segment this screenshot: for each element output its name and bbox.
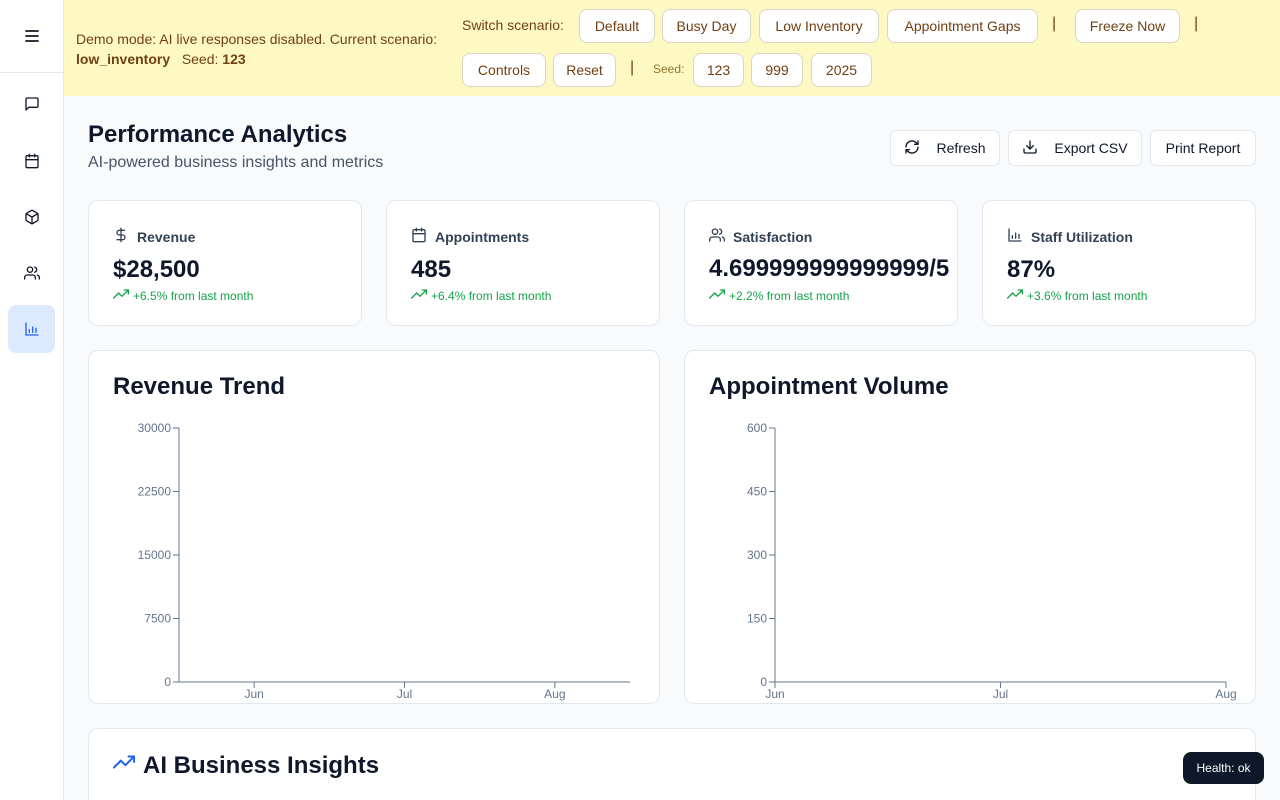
metric-header: Appointments bbox=[411, 227, 529, 246]
metric-change: +6.4% from last month bbox=[411, 286, 551, 305]
y-tick-label: 300 bbox=[747, 548, 767, 562]
metric-card-revenue: Revenue $28,500 +6.5% from last month bbox=[88, 200, 362, 326]
current-scenario: low_inventory bbox=[76, 51, 171, 67]
export-csv-label: Export CSV bbox=[1054, 140, 1128, 156]
print-report-button[interactable]: Print Report bbox=[1150, 130, 1256, 166]
trending-up-icon bbox=[112, 751, 136, 780]
metric-change-text: +3.6% from last month bbox=[1027, 288, 1148, 303]
y-tick-label: 150 bbox=[747, 612, 767, 626]
refresh-icon bbox=[904, 139, 920, 158]
metric-header: Revenue bbox=[113, 227, 195, 246]
y-tick-label: 30000 bbox=[138, 421, 172, 435]
scenario-busy-day-button[interactable]: Busy Day bbox=[662, 9, 751, 43]
metric-change: +3.6% from last month bbox=[1007, 286, 1147, 305]
seed-123-button[interactable]: 123 bbox=[693, 53, 744, 87]
freeze-now-button[interactable]: Freeze Now bbox=[1075, 9, 1180, 43]
demo-banner: Demo mode: AI live responses disabled. C… bbox=[64, 0, 1280, 96]
metric-label: Revenue bbox=[137, 228, 196, 245]
banner-separator: | bbox=[1194, 15, 1199, 32]
metric-card-appointments: Appointments 485 +6.4% from last month bbox=[386, 200, 660, 326]
x-tick-label: Jun bbox=[765, 687, 784, 701]
trending-up-icon bbox=[1007, 286, 1023, 305]
trending-up-icon bbox=[113, 286, 129, 305]
demo-mode-text: Demo mode: AI live responses disabled. C… bbox=[76, 31, 438, 47]
reset-button[interactable]: Reset bbox=[553, 53, 616, 87]
page-title: Performance Analytics bbox=[88, 121, 348, 148]
message-square-icon bbox=[24, 96, 40, 112]
seed-value: 123 bbox=[222, 51, 246, 67]
refresh-label: Refresh bbox=[936, 140, 986, 156]
seed-999-button[interactable]: 999 bbox=[751, 53, 803, 87]
seed-2025-button[interactable]: 2025 bbox=[811, 53, 872, 87]
revenue-trend-chart: 0 7500 15000 22500 30000 Jun Jul Aug bbox=[138, 421, 630, 701]
users-icon bbox=[23, 265, 40, 281]
metric-change-text: +6.4% from last month bbox=[431, 288, 552, 303]
export-csv-button[interactable]: Export CSV bbox=[1008, 130, 1142, 166]
bar-chart-icon bbox=[1007, 227, 1023, 246]
page-subtitle: AI-powered business insights and metrics bbox=[88, 154, 384, 171]
metric-card-staff-utilization: Staff Utilization 87% +3.6% from last mo… bbox=[982, 200, 1256, 326]
metric-change: +6.5% from last month bbox=[113, 286, 253, 305]
x-tick-label: Aug bbox=[1215, 687, 1236, 701]
metric-value: $28,500 bbox=[113, 256, 200, 283]
metric-header: Satisfaction bbox=[709, 227, 812, 246]
metric-value-satisfaction: 4.699999999999999/5 bbox=[709, 255, 950, 282]
calendar-icon bbox=[24, 153, 40, 169]
metric-label: Staff Utilization bbox=[1031, 228, 1133, 245]
insights-title: AI Business Insights bbox=[143, 751, 380, 779]
appointment-volume-chart: 0150300450600Jun Jul Aug bbox=[747, 421, 1237, 701]
y-tick-label: 22500 bbox=[138, 485, 172, 499]
health-status-badge: Health: ok bbox=[1183, 752, 1264, 784]
sidebar-item-staff[interactable] bbox=[8, 249, 55, 297]
package-icon bbox=[24, 209, 40, 225]
x-tick-label: Jul bbox=[993, 687, 1008, 701]
controls-button[interactable]: Controls bbox=[462, 53, 546, 87]
users-icon bbox=[709, 227, 725, 246]
trending-up-icon bbox=[709, 286, 725, 305]
sidebar-item-inventory[interactable] bbox=[8, 193, 55, 241]
y-tick-label: 15000 bbox=[138, 548, 172, 562]
sidebar-item-analytics[interactable] bbox=[8, 305, 55, 353]
y-tick-label: 450 bbox=[747, 485, 767, 499]
bar-chart-icon bbox=[24, 321, 40, 337]
trending-up-icon bbox=[411, 286, 427, 305]
banner-separator: | bbox=[630, 59, 635, 76]
ai-insights-card: AI Business Insights bbox=[88, 728, 1256, 800]
metric-header: Staff Utilization bbox=[1007, 227, 1133, 246]
seed-small-label: Seed: bbox=[653, 62, 685, 76]
metric-label: Satisfaction bbox=[733, 228, 813, 245]
metric-label: Appointments bbox=[435, 228, 530, 245]
seed-label: Seed: bbox=[181, 51, 219, 67]
sidebar-item-chat[interactable] bbox=[8, 80, 55, 128]
sidebar-header bbox=[0, 0, 63, 73]
x-tick-label: Jul bbox=[397, 687, 412, 701]
y-tick-label: 600 bbox=[747, 421, 767, 435]
calendar-icon bbox=[411, 227, 427, 246]
scenario-appointment-gaps-button[interactable]: Appointment Gaps bbox=[887, 9, 1038, 43]
refresh-button[interactable]: Refresh bbox=[890, 130, 1000, 166]
y-tick-label: 7500 bbox=[144, 612, 171, 626]
switch-scenario-label: Switch scenario: bbox=[462, 17, 564, 33]
sidebar-item-calendar[interactable] bbox=[8, 137, 55, 185]
insights-header: AI Business Insights bbox=[112, 751, 380, 780]
scenario-default-button[interactable]: Default bbox=[579, 9, 655, 43]
demo-status-text: Demo mode: AI live responses disabled. C… bbox=[76, 29, 466, 69]
scenario-low-inventory-button[interactable]: Low Inventory bbox=[759, 9, 879, 43]
metric-change: +2.2% from last month bbox=[709, 286, 849, 305]
metric-value: 485 bbox=[411, 256, 452, 283]
appointment-volume-card: Appointment Volume 0 150 300 450 600 Jun Jul Au… bbox=[684, 350, 1256, 704]
dollar-icon bbox=[113, 227, 129, 246]
sidebar bbox=[0, 0, 64, 800]
metric-value: 87% bbox=[1007, 256, 1056, 283]
download-icon bbox=[1022, 139, 1038, 158]
x-tick-label: Aug bbox=[544, 687, 565, 701]
menu-icon[interactable] bbox=[24, 30, 39, 42]
x-tick-label: Jun bbox=[244, 687, 263, 701]
y-tick-label: 0 bbox=[164, 675, 171, 689]
banner-separator: | bbox=[1052, 15, 1057, 32]
metric-change-text: +2.2% from last month bbox=[729, 288, 850, 303]
revenue-trend-card: Revenue Trend 0 7500 15000 22500 30000 Jun Jul… bbox=[88, 350, 660, 704]
metric-change-text: +6.5% from last month bbox=[133, 288, 254, 303]
